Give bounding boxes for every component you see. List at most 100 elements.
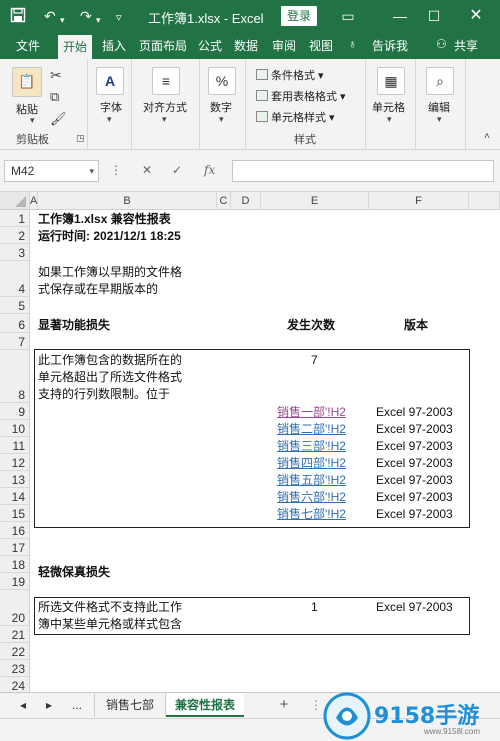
column-header-c[interactable]: C [217,192,231,210]
save-icon[interactable] [10,7,26,27]
sheet-reference-link[interactable]: 销售二部'!H2 [277,421,346,438]
format-painter-icon[interactable]: 🖌 [50,111,67,127]
cells-dropdown-icon[interactable]: ▾ [387,114,392,125]
maximize-icon[interactable]: ☐ [424,6,444,26]
paste-icon[interactable]: 📋 [12,67,42,97]
alignment-dropdown-icon[interactable]: ▾ [162,114,167,125]
collapse-ribbon-icon[interactable]: ˄ [484,131,490,142]
row-header[interactable]: 1 [0,210,30,227]
tab-data[interactable]: 数据 [234,37,258,55]
tab-page-layout[interactable]: 页面布局 [139,37,187,55]
login-button[interactable]: 登录 [281,6,317,26]
row-header[interactable]: 21 [0,626,30,643]
clipboard-launcher-icon[interactable]: ◳ [76,133,85,144]
row-header[interactable]: 23 [0,660,30,677]
tab-insert[interactable]: 插入 [102,37,126,55]
row-header[interactable]: 15 [0,505,30,522]
align-icon[interactable]: ≡ [152,67,180,95]
row-header[interactable]: 12 [0,454,30,471]
sheet-reference-link[interactable]: 销售七部'!H2 [277,506,346,523]
row-header[interactable]: 18 [0,556,30,573]
cells-icon[interactable]: ▦ [377,67,405,95]
row-header[interactable]: 9 [0,403,30,420]
undo-icon[interactable]: ↶ [44,7,56,25]
insert-function-icon[interactable]: fx [204,163,215,177]
editing-button[interactable]: 编辑 [428,99,450,115]
column-header-extra[interactable] [469,192,500,210]
editing-dropdown-icon[interactable]: ▾ [437,114,442,125]
row-header[interactable]: 8 [0,350,30,403]
row-header[interactable]: 22 [0,643,30,660]
share-button[interactable]: 共享 [454,37,478,54]
redo-icon[interactable]: ↷ [80,7,92,25]
cell-style-button[interactable]: 单元格样式 ▾ [256,109,335,125]
cancel-icon[interactable]: ✕ [142,163,152,177]
column-header-f[interactable]: F [369,192,469,210]
tab-review[interactable]: 审阅 [272,37,296,55]
version-value: Excel 97-2003 [376,456,453,470]
number-button[interactable]: 数字 [210,99,232,115]
enter-icon[interactable]: ✓ [172,163,182,177]
tell-me-search[interactable]: 告诉我 [372,37,408,54]
sheet-tab-compatibility[interactable]: 兼容性报表 [166,693,244,717]
formula-input[interactable] [232,160,494,182]
name-box-dropdown-icon[interactable]: ▾ [89,161,94,181]
sheet-tab-sales-7[interactable]: 销售七部 [94,693,166,717]
font-icon[interactable]: A [96,67,124,95]
close-icon[interactable]: ✕ [466,6,486,26]
cells-button[interactable]: 单元格 [372,99,405,115]
minimize-icon[interactable]: — [390,6,410,26]
column-header-d[interactable]: D [231,192,261,210]
row-header[interactable]: 3 [0,244,30,261]
font-dropdown-icon[interactable]: ▾ [107,114,112,125]
percent-icon[interactable]: % [208,67,236,95]
cut-icon[interactable]: ✂ [50,67,62,84]
intro-line-2: 式保存或在早期版本的 [38,282,159,296]
row-header[interactable]: 7 [0,333,30,350]
sheet-reference-link[interactable]: 销售五部'!H2 [277,472,346,489]
undo-dropdown-icon[interactable]: ▾ [60,11,65,29]
row-header[interactable]: 4 [0,261,30,297]
row-header[interactable]: 6 [0,314,30,333]
font-button[interactable]: 字体 [100,99,122,115]
redo-dropdown-icon[interactable]: ▾ [96,11,101,29]
row-header[interactable]: 14 [0,488,30,505]
row-header[interactable]: 16 [0,522,30,539]
name-box[interactable]: M42 ▾ [4,160,99,182]
scroll-right-icon[interactable]: ▸ [42,693,56,717]
copy-icon[interactable]: ⧉ [50,89,59,105]
sheet-reference-link[interactable]: 销售六部'!H2 [277,489,346,506]
row-header[interactable]: 10 [0,420,30,437]
alignment-button[interactable]: 对齐方式 [143,99,187,115]
add-sheet-button[interactable]: + [274,693,294,717]
select-all-corner[interactable] [0,192,30,210]
row-header[interactable]: 5 [0,297,30,314]
number-dropdown-icon[interactable]: ▾ [219,114,224,125]
sheet-reference-link[interactable]: 销售四部'!H2 [277,455,346,472]
row-header[interactable]: 17 [0,539,30,556]
ribbon-display-icon[interactable]: ▭ [338,6,358,26]
scroll-left-icon[interactable]: ◂ [16,693,30,717]
customize-qat-icon[interactable]: ▿ [116,9,122,27]
sheet-reference-link[interactable]: 销售一部'!H2 [277,404,346,421]
paste-dropdown-icon[interactable]: ▾ [30,115,35,126]
row-header[interactable]: 13 [0,471,30,488]
row-header[interactable]: 19 [0,573,30,590]
column-header-b[interactable]: B [38,192,217,210]
row-header[interactable]: 20 [0,590,30,626]
row-header[interactable]: 24 [0,677,30,692]
row-header[interactable]: 11 [0,437,30,454]
column-header-a[interactable]: A [30,192,38,210]
column-header-e[interactable]: E [261,192,369,210]
conditional-format-button[interactable]: 条件格式 ▾ [256,67,324,83]
tab-view[interactable]: 视图 [309,37,333,55]
worksheet-grid[interactable]: A B C D E F 1 2 3 4 5 6 7 8 9 10 11 12 13 14 15 16 17 18 1… [0,192,500,692]
tab-formulas[interactable]: 公式 [198,37,222,55]
sheet-reference-link[interactable]: 销售三部'!H2 [277,438,346,455]
search-icon[interactable]: ⌕ [426,67,454,95]
more-sheets-button[interactable]: ... [66,693,88,717]
tab-file[interactable]: 文件 [16,37,40,55]
tab-home[interactable]: 开始 [58,35,93,59]
row-header[interactable]: 2 [0,227,30,244]
table-format-button[interactable]: 套用表格格式 ▾ [256,88,346,104]
